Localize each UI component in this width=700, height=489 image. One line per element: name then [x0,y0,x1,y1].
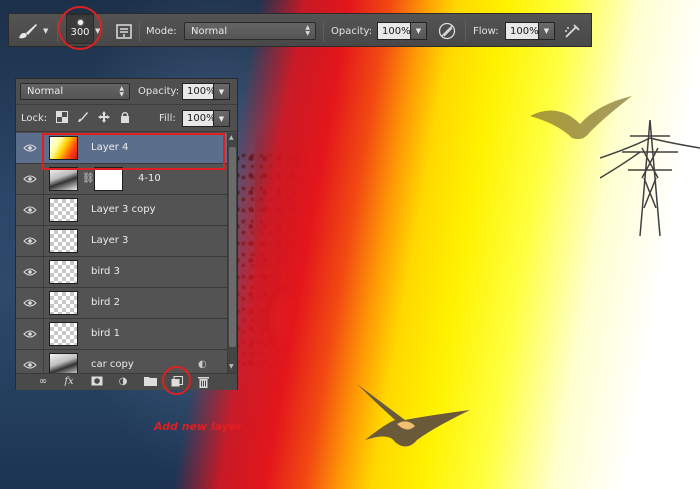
brush-panel-icon [116,24,132,39]
airbrush-button[interactable] [563,14,583,48]
mode-value: Normal [191,25,228,37]
select-arrows-icon: ▲ ▼ [119,85,124,98]
eye-icon [22,299,37,307]
lock-position-icon[interactable] [98,111,110,123]
eye-icon [22,268,37,276]
select-arrows-icon: ▲ ▼ [305,24,310,37]
pressure-opacity-button[interactable] [437,14,457,48]
layer-row-layer-3-copy[interactable]: Layer 3 copy [16,195,227,226]
divider [323,20,324,42]
flow-dropdown[interactable]: ▼ [539,22,555,40]
layer-name: car copy [91,359,134,370]
smart-object-icon: ◐ [198,359,207,370]
visibility-toggle[interactable] [16,226,44,256]
eye-icon [22,237,37,245]
visibility-toggle[interactable] [16,288,44,318]
eye-icon [22,330,37,338]
opacity-label: Opacity: [331,25,373,37]
layer-row-bird-2[interactable]: bird 2 [16,288,227,319]
mask-link-icon[interactable]: ⛓ [82,173,95,184]
lock-transparent-pixels-icon[interactable] [56,111,68,123]
eye-icon [22,144,37,152]
folder-icon[interactable] [143,376,157,388]
layer-thumbnail [49,260,78,284]
annotation-caption: Add new layer [154,420,242,433]
opacity-dropdown[interactable]: ▼ [411,22,427,40]
layer-row-bird-1[interactable]: bird 1 [16,319,227,350]
divider [465,20,466,42]
layer-thumbnail [49,291,78,315]
layer-thumbnail [49,322,78,346]
eye-icon [22,206,37,214]
layer-row-car-copy[interactable]: car copy ◐ [16,350,227,373]
chevron-down-icon: ▼ [415,27,422,35]
visibility-toggle[interactable] [16,133,44,163]
scrollbar-thumb[interactable] [229,147,236,347]
scroll-down-icon[interactable]: ▼ [229,363,234,370]
layers-blend-row: Normal ▲ ▼ Opacity: 100% ▼ [16,79,237,105]
layer-name: bird 2 [91,297,120,308]
layer-name: Layer 3 copy [91,204,156,215]
layer-opacity-label: Opacity: [138,86,180,97]
bird-image-lower [357,384,470,447]
layer-name: bird 1 [91,328,120,339]
mode-select[interactable]: Normal ▲ ▼ [184,22,316,40]
lock-label: Lock: [21,113,48,124]
layer-name: 4-10 [138,173,161,184]
trash-icon[interactable] [196,376,210,388]
layer-opacity-input[interactable]: 100% [182,83,216,100]
pressure-opacity-icon [438,22,456,40]
visibility-toggle[interactable] [16,195,44,225]
layer-thumbnail [49,353,78,373]
toggle-brush-panel-button[interactable] [115,14,133,48]
selected-layer-highlight-box [42,133,225,170]
visibility-toggle[interactable] [16,319,44,349]
layer-row-layer-3[interactable]: Layer 3 [16,226,227,257]
layers-footer: ∞ fx ◑ [16,373,237,390]
opacity-input[interactable]: 100% [377,22,411,40]
chevron-down-icon: ▼ [543,27,550,35]
visibility-toggle[interactable] [16,257,44,287]
flow-input[interactable]: 100% [505,22,539,40]
chevron-down-icon: ▼ [218,114,225,123]
eye-icon [22,175,37,183]
layers-scrollbar[interactable]: ▲ ▼ [227,133,237,373]
chevron-down-icon: ▼ [43,27,49,35]
brush-icon [19,24,37,39]
brush-tool-preset[interactable]: ▼ [17,14,48,48]
visibility-toggle[interactable] [16,164,44,194]
layer-opacity-dropdown[interactable]: ▼ [214,83,230,100]
mask-icon[interactable] [90,376,104,388]
blend-mode-value: Normal [27,86,64,97]
layers-lock-row: Lock: Fill: 100% ▼ [16,106,237,132]
visibility-toggle[interactable] [16,350,44,373]
blend-mode-select[interactable]: Normal ▲ ▼ [20,83,130,100]
mode-label: Mode: [146,25,177,37]
fill-dropdown[interactable]: ▼ [214,110,230,127]
fill-input[interactable]: 100% [182,110,216,127]
fill-label: Fill: [159,113,176,124]
power-pylon-image [600,119,700,237]
lock-all-icon[interactable] [119,111,131,123]
fx-icon[interactable]: fx [62,376,76,388]
layer-thumbnail [49,167,78,191]
adjustment-icon[interactable]: ◑ [116,376,130,388]
layer-row-bird-3[interactable]: bird 3 [16,257,227,288]
airbrush-icon [565,24,580,38]
flow-label: Flow: [473,25,499,37]
layers-panel: Normal ▲ ▼ Opacity: 100% ▼ Lock: Fill: 1… [15,78,238,390]
chevron-down-icon: ▼ [218,87,225,96]
link-icon[interactable]: ∞ [36,376,50,388]
scroll-up-icon[interactable]: ▲ [229,134,234,141]
eye-icon [22,361,37,369]
layer-thumbnail [49,198,78,222]
lock-image-pixels-icon[interactable] [77,111,89,123]
layer-name: bird 3 [91,266,120,277]
new-layer-highlight-circle [162,366,191,395]
brush-size-highlight-circle [58,6,102,50]
layer-name: Layer 3 [91,235,129,246]
layer-mask-thumbnail[interactable] [94,167,123,191]
divider [139,20,140,42]
layer-thumbnail [49,229,78,253]
